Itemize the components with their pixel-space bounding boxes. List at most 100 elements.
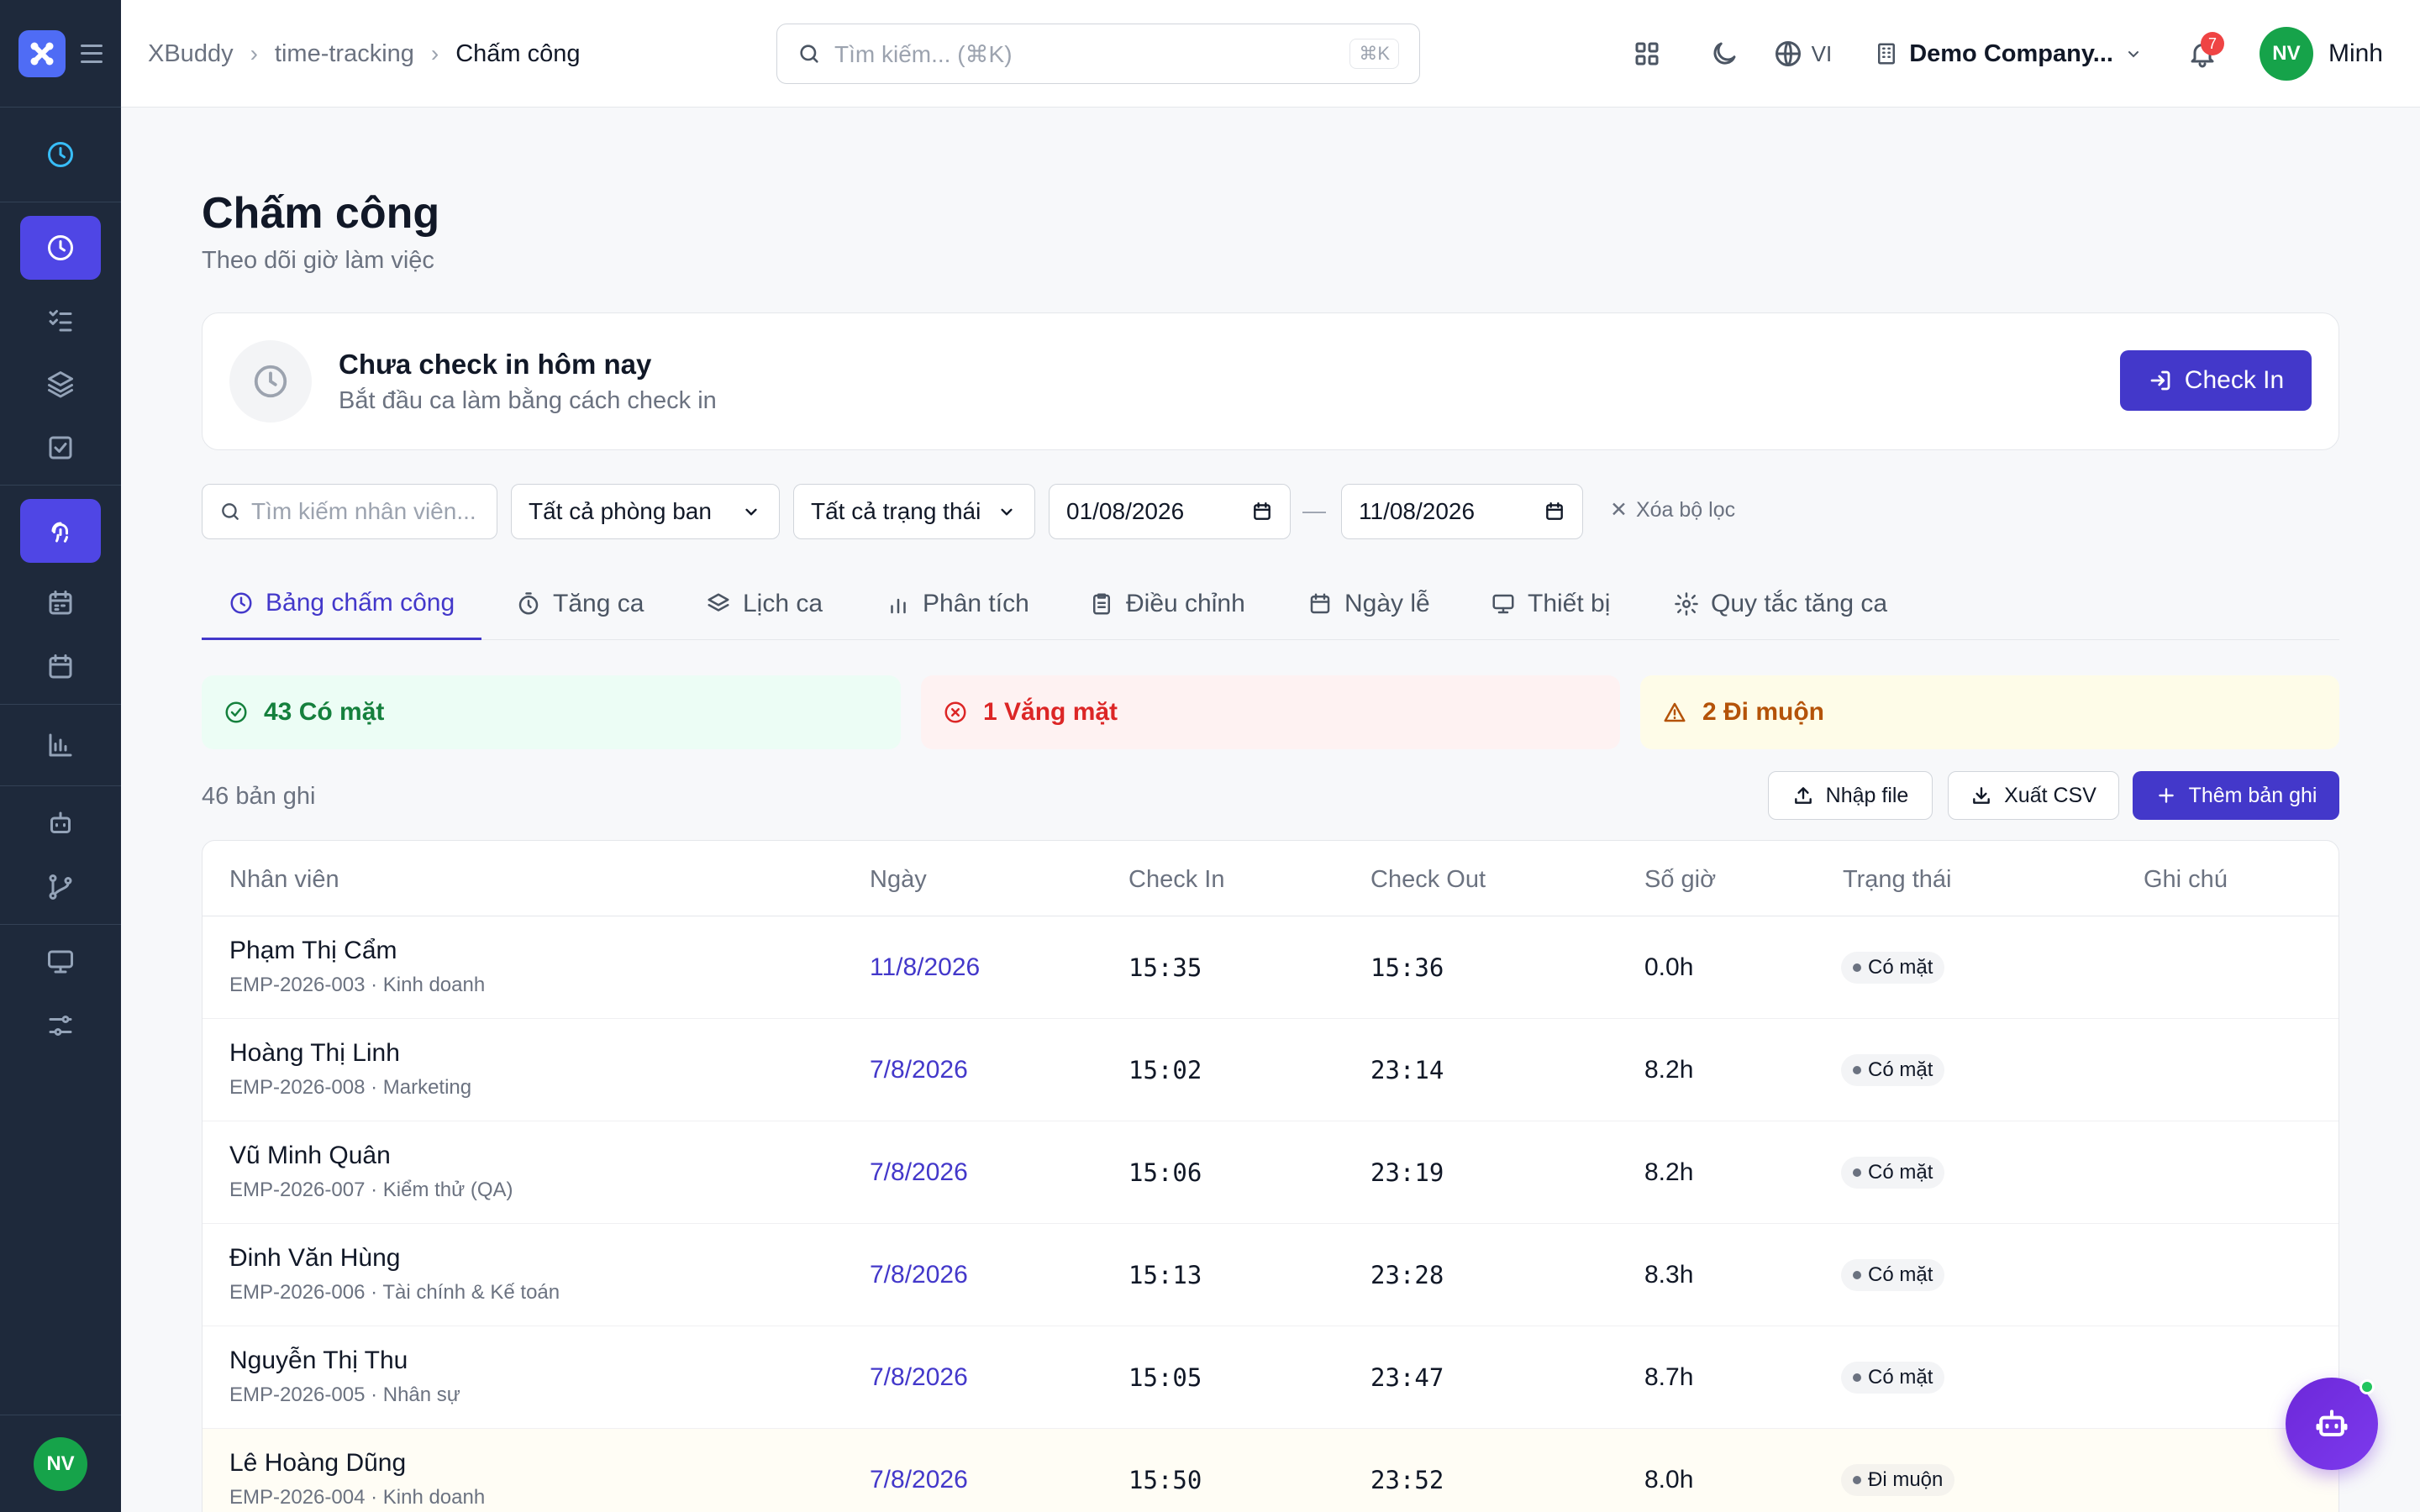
status-label: Có mặt [1868,1263,1933,1286]
department-select[interactable]: Tất cả phòng ban [511,484,780,539]
breadcrumb-item-home[interactable]: XBuddy [148,40,234,68]
global-search[interactable]: Tìm kiếm... (⌘K) ⌘K [776,24,1420,84]
import-file-button[interactable]: Nhập file [1768,771,1933,820]
check-out-time: 23:47 [1370,1363,1444,1392]
attendance-date[interactable]: 7/8/2026 [870,1363,968,1392]
column-date[interactable]: Ngày [870,866,927,894]
worked-hours: 8.2h [1644,1158,1694,1186]
sidebar-item-time-tracking[interactable] [20,216,101,280]
tab-holidays[interactable]: Ngày lễ [1307,568,1430,640]
attendance-date[interactable]: 7/8/2026 [870,1158,968,1187]
close-icon: ✕ [1610,498,1628,522]
attendance-table: Nhân viên Ngày Check In Check Out Số giờ… [202,840,2339,1512]
add-record-button[interactable]: Thêm bản ghi [2133,771,2339,820]
employee-name: Nguyễn Thị Thu [229,1347,408,1374]
column-check-in[interactable]: Check In [1128,866,1224,894]
theme-toggle-button[interactable] [1701,30,1748,77]
table-row[interactable]: Đinh Văn Hùng EMP-2026-006 · Tài chính &… [203,1224,2338,1326]
sidebar-item-settings[interactable] [20,1002,101,1049]
date-to-input[interactable]: 11/08/2026 [1341,484,1583,539]
table-row[interactable]: Hoàng Thị Linh EMP-2026-008 · Marketing … [203,1019,2338,1121]
sidebar-item-projects[interactable] [20,360,101,407]
check-in-button[interactable]: Check In [2120,350,2312,411]
status-label: Có mặt [1868,1161,1933,1184]
date-from-input[interactable]: 01/08/2026 [1049,484,1291,539]
tab-overtime-rules[interactable]: Quy tắc tăng ca [1674,568,1887,640]
sidebar: NV [0,0,121,1512]
company-switcher[interactable]: Demo Company... [1874,40,2144,68]
chevron-right-icon: › [250,40,258,66]
tab-shifts[interactable]: Lịch ca [706,568,823,640]
check-in-time: 15:13 [1128,1261,1202,1289]
sidebar-item-ai-assistant[interactable] [20,800,101,847]
tab-adjustments[interactable]: Điều chỉnh [1089,568,1245,640]
column-check-out[interactable]: Check Out [1370,866,1486,894]
clock-icon [48,142,73,167]
language-switcher[interactable]: VI [1773,39,1832,69]
worked-hours: 8.0h [1644,1466,1694,1494]
user-name: Minh [2328,39,2383,67]
check-circle-icon [225,701,247,723]
employee-meta: EMP-2026-005 · Nhân sự [229,1383,460,1406]
xbuddy-logo-icon[interactable] [18,29,66,77]
tab-timesheet[interactable]: Bảng chấm công [202,568,482,640]
status-badge: Có mặt [1841,1259,1945,1291]
table-row[interactable]: Vũ Minh Quân EMP-2026-007 · Kiểm thử (QA… [203,1121,2338,1224]
sidebar-item-attendance[interactable] [20,499,101,563]
bot-icon [2316,1410,2348,1436]
sidebar-item-tasks[interactable] [20,297,101,344]
menu-toggle-icon[interactable] [81,44,103,63]
tab-overtime[interactable]: Tăng ca [516,568,644,640]
user-menu[interactable]: NV Minh [2259,27,2383,81]
avatar[interactable]: NV [34,1436,87,1491]
check-in-time: 15:05 [1128,1363,1202,1392]
worked-hours: 0.0h [1644,953,1694,981]
column-status[interactable]: Trạng thái [1843,866,1952,894]
sidebar-item-workflow[interactable] [20,864,101,911]
export-csv-button[interactable]: Xuất CSV [1948,771,2119,820]
column-note[interactable]: Ghi chú [2144,866,2228,894]
employee-search-input[interactable]: Tìm kiếm nhân viên... [202,484,497,539]
column-employee[interactable]: Nhân viên [229,866,339,894]
log-in-icon [2150,370,2170,391]
status-select[interactable]: Tất cả trạng thái [793,484,1035,539]
sidebar-item-approvals[interactable] [20,424,101,471]
monitor-icon [48,950,73,974]
tab-label: Thiết bị [1528,590,1611,617]
apps-button[interactable] [1623,30,1670,77]
sidebar-item-calendar[interactable] [20,643,101,690]
attendance-date[interactable]: 7/8/2026 [870,1261,968,1289]
attendance-date[interactable]: 11/8/2026 [870,953,980,982]
breadcrumb-item-module[interactable]: time-tracking [275,40,414,68]
tab-label: Bảng chấm công [266,588,455,617]
sidebar-item-schedule[interactable] [20,580,101,627]
status-dot-icon [1853,1373,1861,1382]
check-out-time: 23:28 [1370,1261,1444,1289]
tab-label: Ngày lễ [1344,590,1430,617]
sidebar-item-reports[interactable] [20,722,101,769]
column-hours[interactable]: Số giờ [1644,866,1716,894]
status-label: Có mặt [1868,1366,1933,1389]
sidebar-item-devices[interactable] [20,938,101,985]
employee-name: Hoàng Thị Linh [229,1039,400,1067]
summary-stats: 43 Có mặt 1 Vắng mặt 2 Đi muộn [202,675,2339,749]
record-count: 46 bản ghi [202,783,316,810]
tab-analytics[interactable]: Phân tích [886,568,1029,640]
status-dot-icon [1853,1066,1861,1074]
notifications-button[interactable]: 7 [2179,30,2226,77]
tab-devices[interactable]: Thiết bị [1491,568,1610,640]
attendance-date[interactable]: 7/8/2026 [870,1056,968,1084]
calendar-icon [1310,593,1330,614]
table-row[interactable]: Phạm Thị Cẩm EMP-2026-003 · Kinh doanh 1… [203,916,2338,1019]
clear-filters-button[interactable]: ✕ Xóa bộ lọc [1610,497,1735,522]
sidebar-group-work [0,202,121,486]
ai-assistant-button[interactable] [2286,1378,2378,1470]
breadcrumb: XBuddy › time-tracking › Chấm công [148,0,581,108]
sidebar-item-dashboard[interactable] [20,123,101,186]
search-shortcut: ⌘K [1349,39,1399,69]
grid-icon [1635,42,1659,66]
attendance-date[interactable]: 7/8/2026 [870,1466,968,1494]
tab-bar: Bảng chấm công Tăng ca Lịch ca Phân tích… [202,568,2339,640]
table-row[interactable]: Lê Hoàng Dũng EMP-2026-004 · Kinh doanh … [203,1429,2338,1512]
table-row[interactable]: Nguyễn Thị Thu EMP-2026-005 · Nhân sự 7/… [203,1326,2338,1429]
